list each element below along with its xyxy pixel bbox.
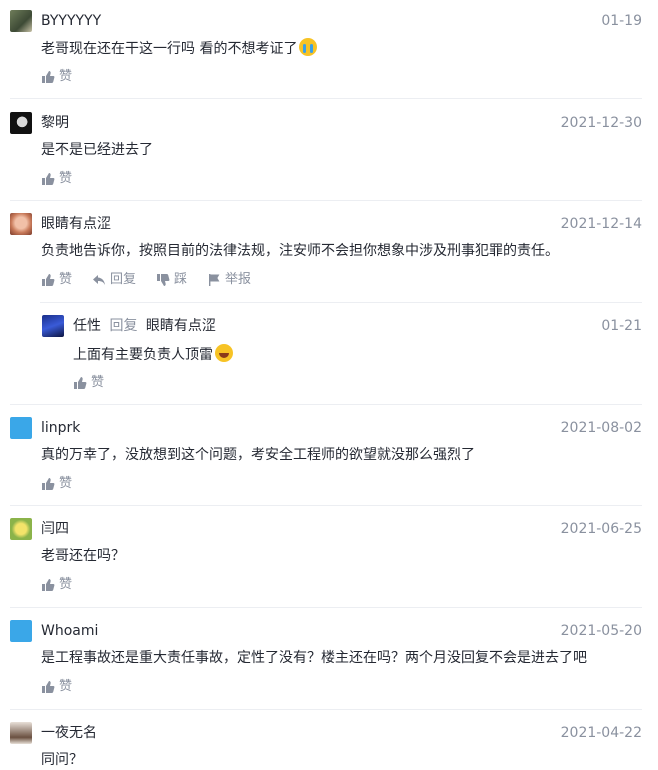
avatar[interactable] bbox=[10, 213, 32, 235]
like-button[interactable]: 赞 bbox=[41, 170, 72, 188]
comment-time: 2021-05-20 bbox=[560, 623, 642, 639]
divider bbox=[10, 607, 642, 608]
report-button[interactable]: 举报 bbox=[207, 271, 251, 289]
comment-time: 2021-08-02 bbox=[560, 420, 642, 436]
thumbs-down-icon bbox=[157, 274, 170, 286]
comment-text: 同问？ bbox=[41, 752, 83, 768]
like-button[interactable]: 赞 bbox=[73, 374, 104, 392]
reply-target[interactable]: 眼睛有点涩 bbox=[146, 318, 216, 334]
comment-time: 2021-04-22 bbox=[560, 725, 642, 741]
comment-actions: 赞 bbox=[41, 576, 72, 594]
reply-text: 上面有主要负责人顶雷 bbox=[73, 344, 233, 365]
comment-author[interactable]: 眼睛有点涩 bbox=[41, 214, 111, 234]
avatar[interactable] bbox=[42, 315, 64, 337]
comment-text: 老哥还在吗？ bbox=[41, 548, 125, 564]
thumbs-up-icon bbox=[42, 478, 55, 490]
comment-time: 01-19 bbox=[601, 13, 642, 29]
flag-icon bbox=[209, 274, 220, 286]
like-button[interactable]: 赞 bbox=[41, 68, 72, 86]
thumbs-up-icon bbox=[42, 71, 55, 83]
avatar[interactable] bbox=[10, 112, 32, 134]
comment-author[interactable]: BYYYYYY bbox=[41, 11, 101, 31]
dislike-button[interactable]: 踩 bbox=[156, 271, 187, 289]
comment-actions: 赞 bbox=[41, 170, 72, 188]
comment-text: 是工程事故还是重大责任事故，定性了没有？楼主还在吗？两个月没回复不会是进去了吧 bbox=[41, 650, 587, 666]
comment-author[interactable]: 闫四 bbox=[41, 519, 69, 539]
reply-arrow-icon bbox=[93, 275, 106, 285]
thumbs-up-icon bbox=[42, 579, 55, 591]
comment-author[interactable]: 一夜无名 bbox=[41, 723, 97, 743]
reply-word: 回复 bbox=[109, 318, 138, 334]
comment-author[interactable]: linprk bbox=[41, 418, 80, 438]
thumbs-up-icon bbox=[42, 173, 55, 185]
divider bbox=[10, 98, 642, 99]
divider bbox=[10, 404, 642, 405]
like-button[interactable]: 赞 bbox=[41, 678, 72, 696]
comment-actions: 赞 回复 踩 举报 bbox=[41, 271, 251, 289]
divider bbox=[10, 505, 642, 506]
thumbs-up-icon bbox=[74, 377, 87, 389]
crying-emoji-icon bbox=[299, 38, 318, 56]
comment-author[interactable]: 黎明 bbox=[41, 113, 69, 133]
comment-time: 2021-12-30 bbox=[560, 115, 642, 131]
divider bbox=[10, 200, 642, 201]
comment-actions: 赞 bbox=[41, 68, 72, 86]
avatar[interactable] bbox=[10, 620, 32, 642]
comment-text: 真的万幸了，没放想到这个问题，考安全工程师的欲望就没那么强烈了 bbox=[41, 447, 475, 463]
laughing-emoji-icon bbox=[215, 344, 233, 362]
comment-actions: 赞 bbox=[41, 475, 72, 493]
divider bbox=[10, 709, 642, 710]
thumbs-up-icon bbox=[42, 681, 55, 693]
comment-actions: 赞 bbox=[41, 678, 72, 696]
reply-header: 任性 回复 眼睛有点涩 bbox=[73, 316, 216, 336]
avatar[interactable] bbox=[10, 10, 32, 32]
avatar[interactable] bbox=[10, 722, 32, 744]
avatar[interactable] bbox=[10, 518, 32, 540]
like-button[interactable]: 赞 bbox=[41, 576, 72, 594]
comment-time: 2021-12-14 bbox=[560, 216, 642, 232]
like-button[interactable]: 赞 bbox=[41, 271, 72, 289]
reply-button[interactable]: 回复 bbox=[92, 271, 136, 289]
like-button[interactable]: 赞 bbox=[41, 475, 72, 493]
divider bbox=[40, 302, 642, 303]
comment-time: 2021-06-25 bbox=[560, 521, 642, 537]
reply-author[interactable]: 任性 bbox=[73, 318, 101, 334]
comment-text: 负责地告诉你，按照目前的法律法规，注安师不会担你想象中涉及刑事犯罪的责任。 bbox=[41, 243, 559, 259]
thumbs-up-icon bbox=[42, 274, 55, 286]
reply-actions: 赞 bbox=[73, 374, 104, 392]
avatar[interactable] bbox=[10, 417, 32, 439]
reply-item: 任性 回复 眼睛有点涩 01-21 上面有主要负责人顶雷 赞 bbox=[42, 315, 642, 390]
comment-text: 老哥现在还在干这一行吗 看的不想考证了 bbox=[41, 38, 318, 59]
reply-time: 01-21 bbox=[601, 318, 642, 334]
comment-author[interactable]: Whoami bbox=[41, 621, 98, 641]
comment-text: 是不是已经进去了 bbox=[41, 142, 153, 158]
